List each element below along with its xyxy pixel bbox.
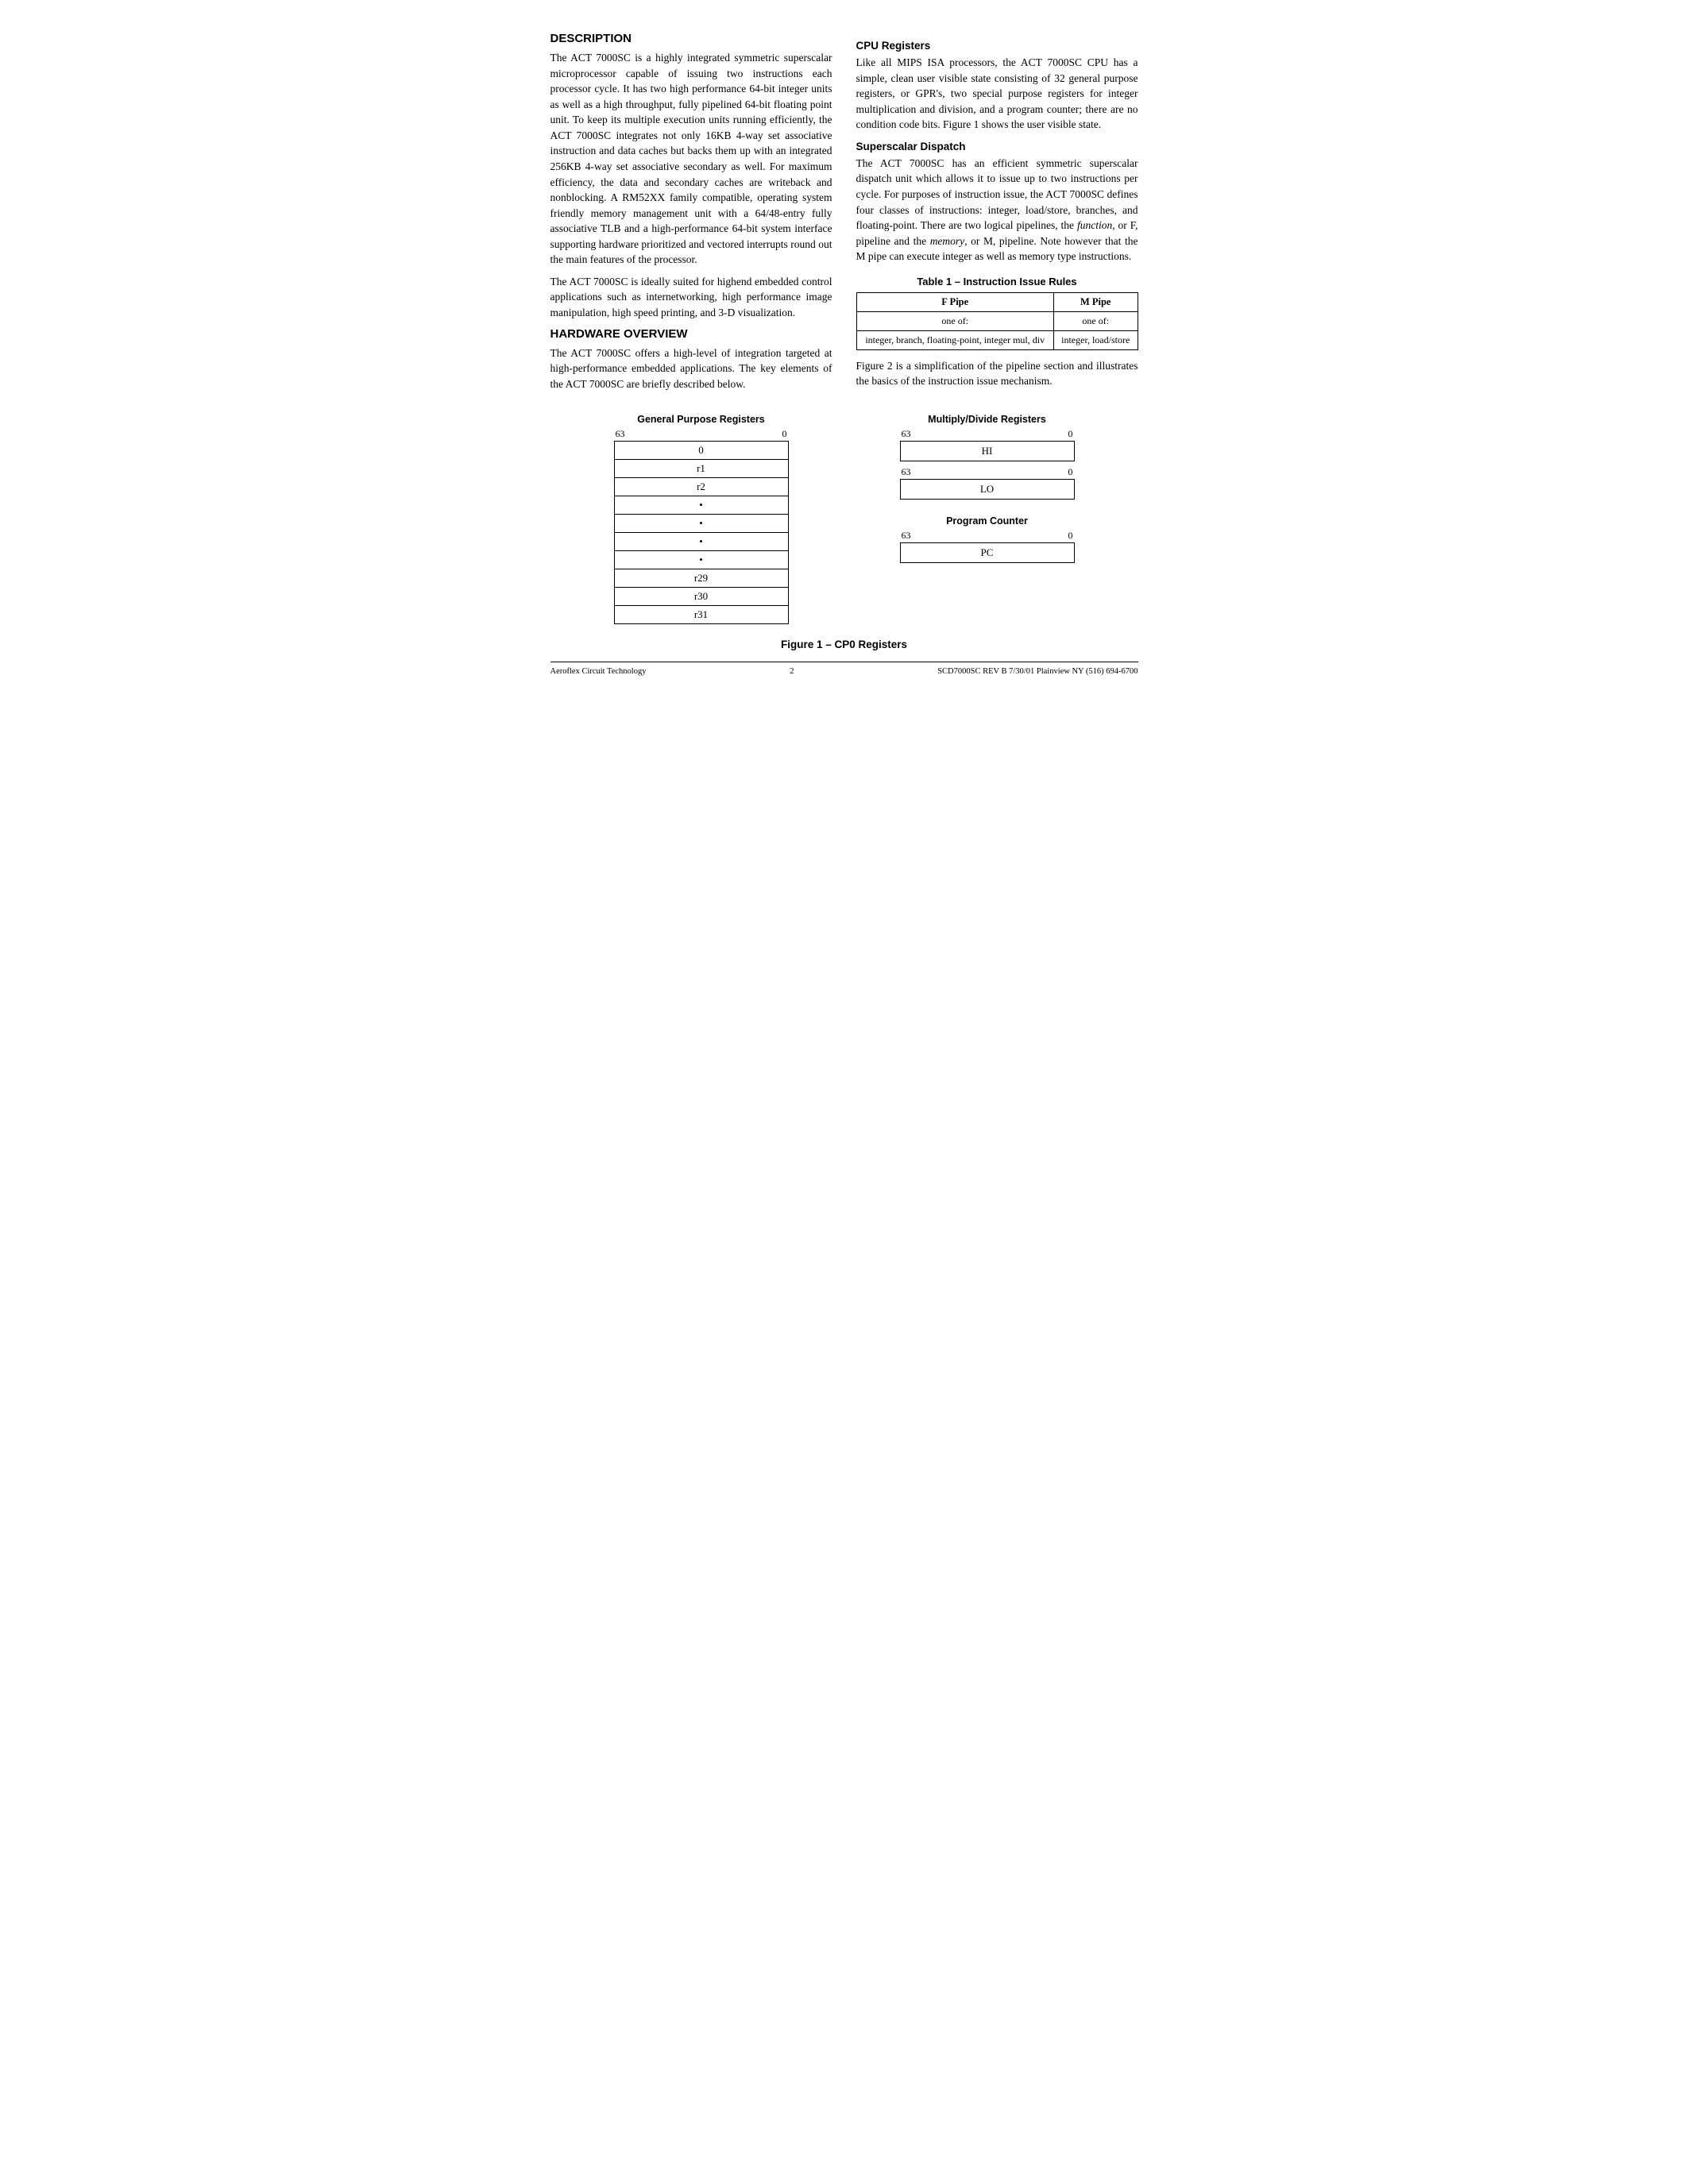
lo-range: 63 0 bbox=[900, 466, 1075, 478]
lo-range-left: 63 bbox=[902, 466, 911, 478]
page: DESCRIPTION The ACT 7000SC is a highly i… bbox=[550, 32, 1138, 676]
gpr-reg-dot4: • bbox=[614, 550, 789, 569]
gpr-range: 63 0 bbox=[614, 428, 789, 440]
right-diagrams: Multiply/Divide Registers 63 0 HI 63 0 L… bbox=[900, 414, 1075, 563]
gpr-range-left: 63 bbox=[616, 428, 625, 440]
gpr-range-right: 0 bbox=[782, 428, 787, 440]
description-title: DESCRIPTION bbox=[550, 32, 832, 45]
sd-function-italic: function bbox=[1077, 219, 1112, 231]
table-title: Table 1 – Instruction Issue Rules bbox=[856, 276, 1138, 287]
footer-left: Aeroflex Circuit Technology bbox=[550, 667, 647, 676]
pc-title: Program Counter bbox=[900, 515, 1075, 527]
superscalar-dispatch-para1: The ACT 7000SC has an efficient symmetri… bbox=[856, 156, 1138, 264]
hi-range-right: 0 bbox=[1068, 428, 1073, 440]
table-col2-header: M Pipe bbox=[1053, 292, 1138, 311]
gpr-reg-dot3: • bbox=[614, 532, 789, 550]
table-row2-col1: integer, branch, floating-point, integer… bbox=[856, 330, 1053, 349]
gpr-register-list: 0 r1 r2 • • • • r29 r30 r31 bbox=[614, 441, 789, 624]
table-row1-col1: one of: bbox=[856, 311, 1053, 330]
gpr-reg-dot2: • bbox=[614, 514, 789, 532]
gpr-title: General Purpose Registers bbox=[637, 414, 764, 425]
cpu-registers-para1: Like all MIPS ISA processors, the ACT 70… bbox=[856, 55, 1138, 133]
pc-diagram: Program Counter 63 0 PC bbox=[900, 515, 1075, 563]
hi-range-left: 63 bbox=[902, 428, 911, 440]
pc-range-left: 63 bbox=[902, 530, 911, 542]
figure-caption: Figure 1 – CP0 Registers bbox=[550, 639, 1138, 650]
right-column: CPU Registers Like all MIPS ISA processo… bbox=[856, 32, 1138, 398]
md-diagram: Multiply/Divide Registers 63 0 HI 63 0 L… bbox=[900, 414, 1075, 500]
gpr-reg-r30: r30 bbox=[614, 587, 789, 605]
gpr-diagram: General Purpose Registers 63 0 0 r1 r2 •… bbox=[614, 414, 789, 624]
superscalar-dispatch-title: Superscalar Dispatch bbox=[856, 141, 1138, 152]
diagram-section: General Purpose Registers 63 0 0 r1 r2 •… bbox=[550, 414, 1138, 624]
lo-range-right: 0 bbox=[1068, 466, 1073, 478]
lo-register-box: LO bbox=[900, 479, 1075, 500]
instruction-issue-table: F Pipe M Pipe one of: one of: integer, b… bbox=[856, 292, 1138, 350]
cpu-registers-title: CPU Registers bbox=[856, 40, 1138, 52]
hi-range: 63 0 bbox=[900, 428, 1075, 440]
gpr-reg-r29: r29 bbox=[614, 569, 789, 587]
pc-register-label: PC bbox=[981, 546, 994, 558]
gpr-reg-r1: r1 bbox=[614, 459, 789, 477]
left-column: DESCRIPTION The ACT 7000SC is a highly i… bbox=[550, 32, 832, 398]
table-col1-header: F Pipe bbox=[856, 292, 1053, 311]
md-title: Multiply/Divide Registers bbox=[900, 414, 1075, 425]
main-content: DESCRIPTION The ACT 7000SC is a highly i… bbox=[550, 32, 1138, 398]
hi-register-box: HI bbox=[900, 441, 1075, 461]
table-row-2: integer, branch, floating-point, integer… bbox=[856, 330, 1138, 349]
figure-note: Figure 2 is a simplification of the pipe… bbox=[856, 358, 1138, 389]
gpr-reg-dot1: • bbox=[614, 496, 789, 514]
sd-memory-italic: memory bbox=[930, 235, 965, 247]
pc-range-right: 0 bbox=[1068, 530, 1073, 542]
pc-register-box: PC bbox=[900, 542, 1075, 563]
hi-register-label: HI bbox=[982, 445, 993, 457]
lo-register-label: LO bbox=[980, 483, 994, 495]
table-row2-col2: integer, load/store bbox=[1053, 330, 1138, 349]
hardware-overview-para1: The ACT 7000SC offers a high-level of in… bbox=[550, 345, 832, 392]
gpr-reg-0: 0 bbox=[614, 441, 789, 459]
gpr-reg-r31: r31 bbox=[614, 605, 789, 624]
table-row-1: one of: one of: bbox=[856, 311, 1138, 330]
pc-range: 63 0 bbox=[900, 530, 1075, 542]
hardware-overview-title: HARDWARE OVERVIEW bbox=[550, 327, 832, 341]
table-row1-col2: one of: bbox=[1053, 311, 1138, 330]
footer: Aeroflex Circuit Technology 2 SCD7000SC … bbox=[550, 662, 1138, 676]
footer-center: 2 bbox=[790, 666, 794, 676]
footer-right: SCD7000SC REV B 7/30/01 Plainview NY (51… bbox=[937, 667, 1138, 676]
gpr-reg-r2: r2 bbox=[614, 477, 789, 496]
description-para2: The ACT 7000SC is ideally suited for hig… bbox=[550, 274, 832, 321]
description-para1: The ACT 7000SC is a highly integrated sy… bbox=[550, 50, 832, 268]
